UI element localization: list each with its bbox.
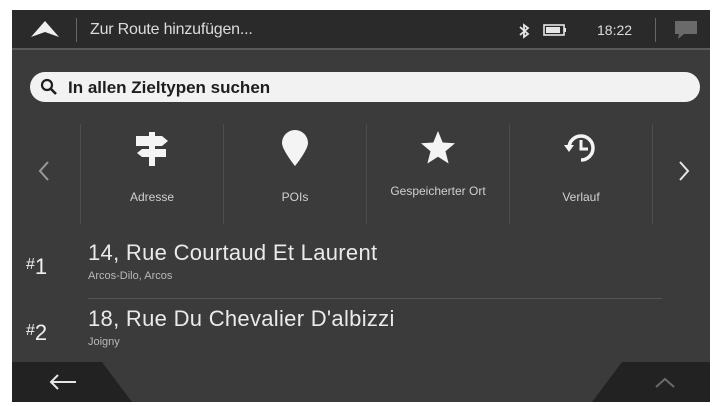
search-label: In allen Zieltypen suchen: [68, 78, 271, 97]
next-arrow-button[interactable]: [672, 156, 696, 186]
page-title: Zur Route hinzufügen...: [90, 21, 253, 38]
category-divider: [366, 124, 367, 224]
location-pin-icon: [282, 130, 308, 166]
signpost-icon: [136, 132, 168, 166]
navigation-arrow-icon: [31, 21, 59, 37]
star-icon: [421, 131, 455, 164]
category-label: POIs: [281, 190, 309, 204]
list-item[interactable]: #2 18, Rue Du Chevalier D'albizzi Joigny: [12, 300, 710, 364]
category-saved-location[interactable]: Gespeicherter Ort: [368, 114, 508, 234]
menu-button[interactable]: [22, 17, 68, 43]
row-divider: [88, 298, 662, 299]
category-label: Verlauf: [562, 190, 600, 204]
category-divider: [80, 124, 81, 224]
battery-icon: [543, 24, 566, 36]
category-divider: [652, 124, 653, 224]
footer-tab-shape: [102, 362, 622, 402]
category-pois[interactable]: POIs: [225, 114, 365, 234]
category-history[interactable]: Verlauf: [511, 114, 651, 234]
header-divider: [76, 18, 77, 42]
list-item[interactable]: #1 14, Rue Courtaud Et Laurent Arcos-Dil…: [12, 234, 710, 299]
city-name: Joigny: [88, 336, 120, 348]
bluetooth-icon: [519, 23, 530, 39]
category-divider: [509, 124, 510, 224]
search-icon: [40, 78, 57, 95]
header-divider-right: [655, 18, 656, 42]
street-address: 14, Rue Courtaud Et Laurent: [88, 240, 378, 265]
navigation-screen: Zur Route hinzufügen... 18:22 In allen Z…: [12, 10, 710, 402]
rank-number: #1: [26, 254, 48, 279]
message-icon[interactable]: [672, 18, 700, 42]
street-address: 18, Rue Du Chevalier D'albizzi: [88, 306, 395, 331]
header-bar: Zur Route hinzufügen... 18:22: [12, 10, 710, 50]
rank-number: #2: [26, 320, 48, 345]
category-strip: Adresse POIs Gespeicherter Ort Verlauf: [12, 114, 710, 234]
category-label: Gespeicherter Ort: [390, 184, 486, 198]
city-name: Arcos-Dilo, Arcos: [88, 270, 173, 282]
back-button[interactable]: [48, 374, 78, 395]
category-address[interactable]: Adresse: [82, 114, 222, 234]
footer-bar: [12, 362, 710, 402]
category-label: Adresse: [129, 190, 175, 204]
previous-arrow-button[interactable]: [32, 156, 56, 186]
chevron-right-icon: [679, 161, 690, 181]
search-field[interactable]: In allen Zieltypen suchen: [30, 72, 700, 102]
chevron-left-icon: [38, 161, 49, 181]
chevron-up-icon: [655, 377, 675, 388]
clock-time: 18:22: [597, 22, 633, 38]
scroll-up-button[interactable]: [654, 376, 676, 394]
history-clock-icon: [564, 134, 595, 162]
category-divider: [223, 124, 224, 224]
arrow-left-icon: [49, 374, 76, 390]
